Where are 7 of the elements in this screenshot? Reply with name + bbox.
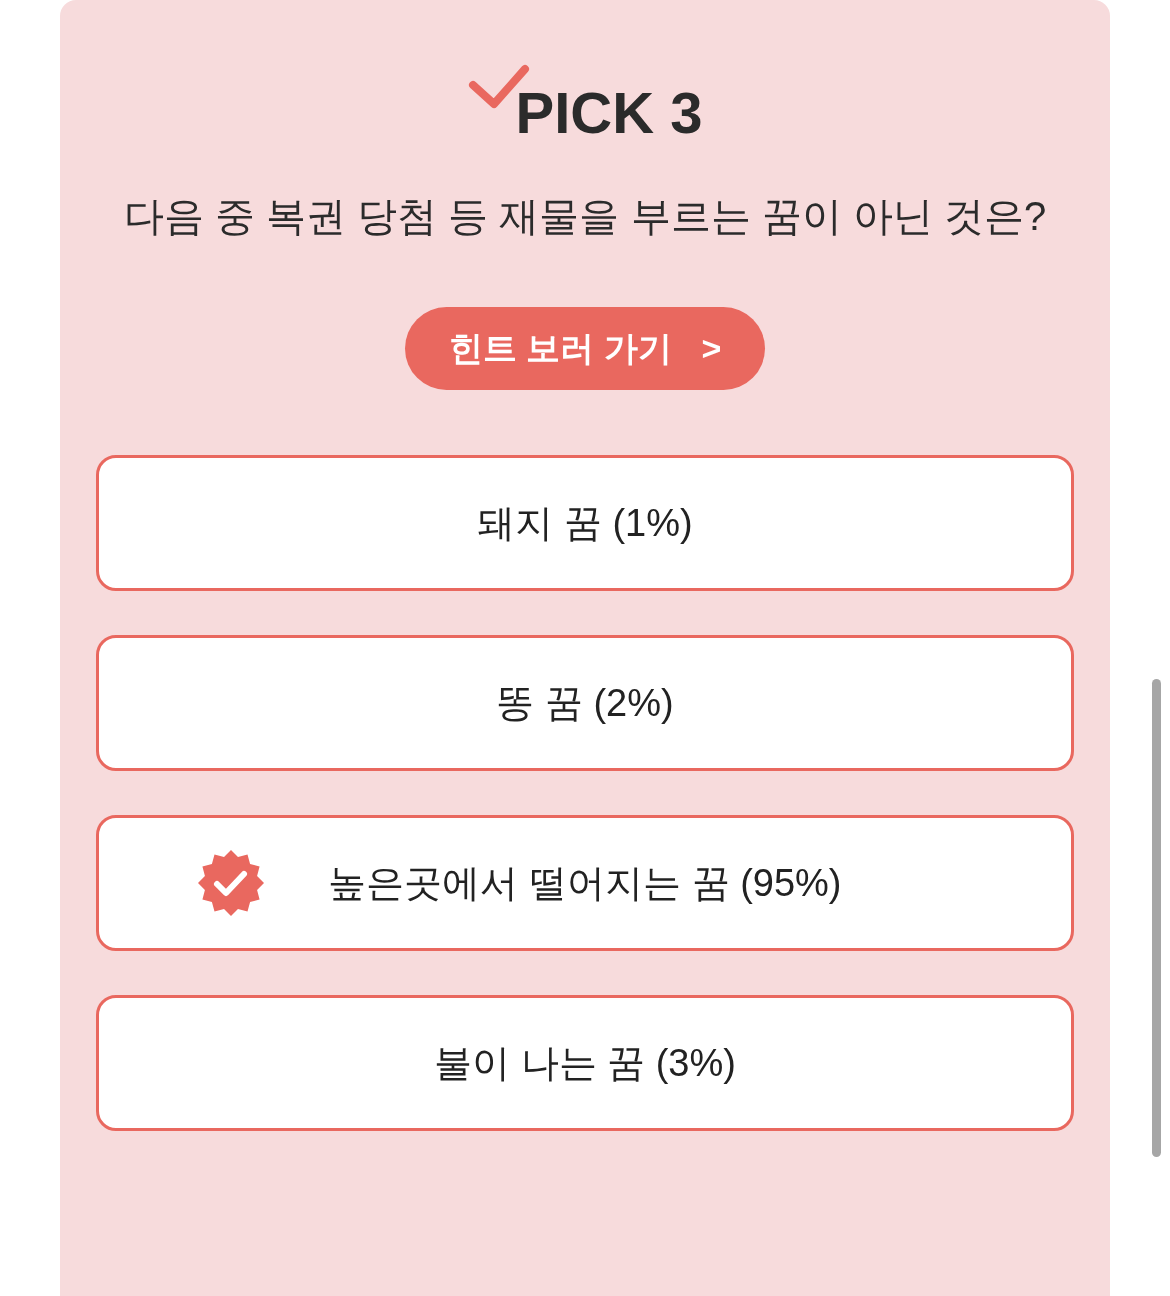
scrollbar[interactable] [1152, 679, 1161, 1157]
answer-option[interactable]: 불이 나는 꿈 (3%) [96, 995, 1074, 1131]
answer-option[interactable]: 높은곳에서 떨어지는 꿈 (95%) [96, 815, 1074, 951]
answer-option[interactable]: 똥 꿈 (2%) [96, 635, 1074, 771]
title: PICK 3 [515, 84, 703, 142]
question-text: 다음 중 복권 당첨 등 재물을 부르는 꿈이 아닌 것은? [123, 196, 1047, 236]
answer-option[interactable]: 돼지 꿈 (1%) [96, 455, 1074, 591]
